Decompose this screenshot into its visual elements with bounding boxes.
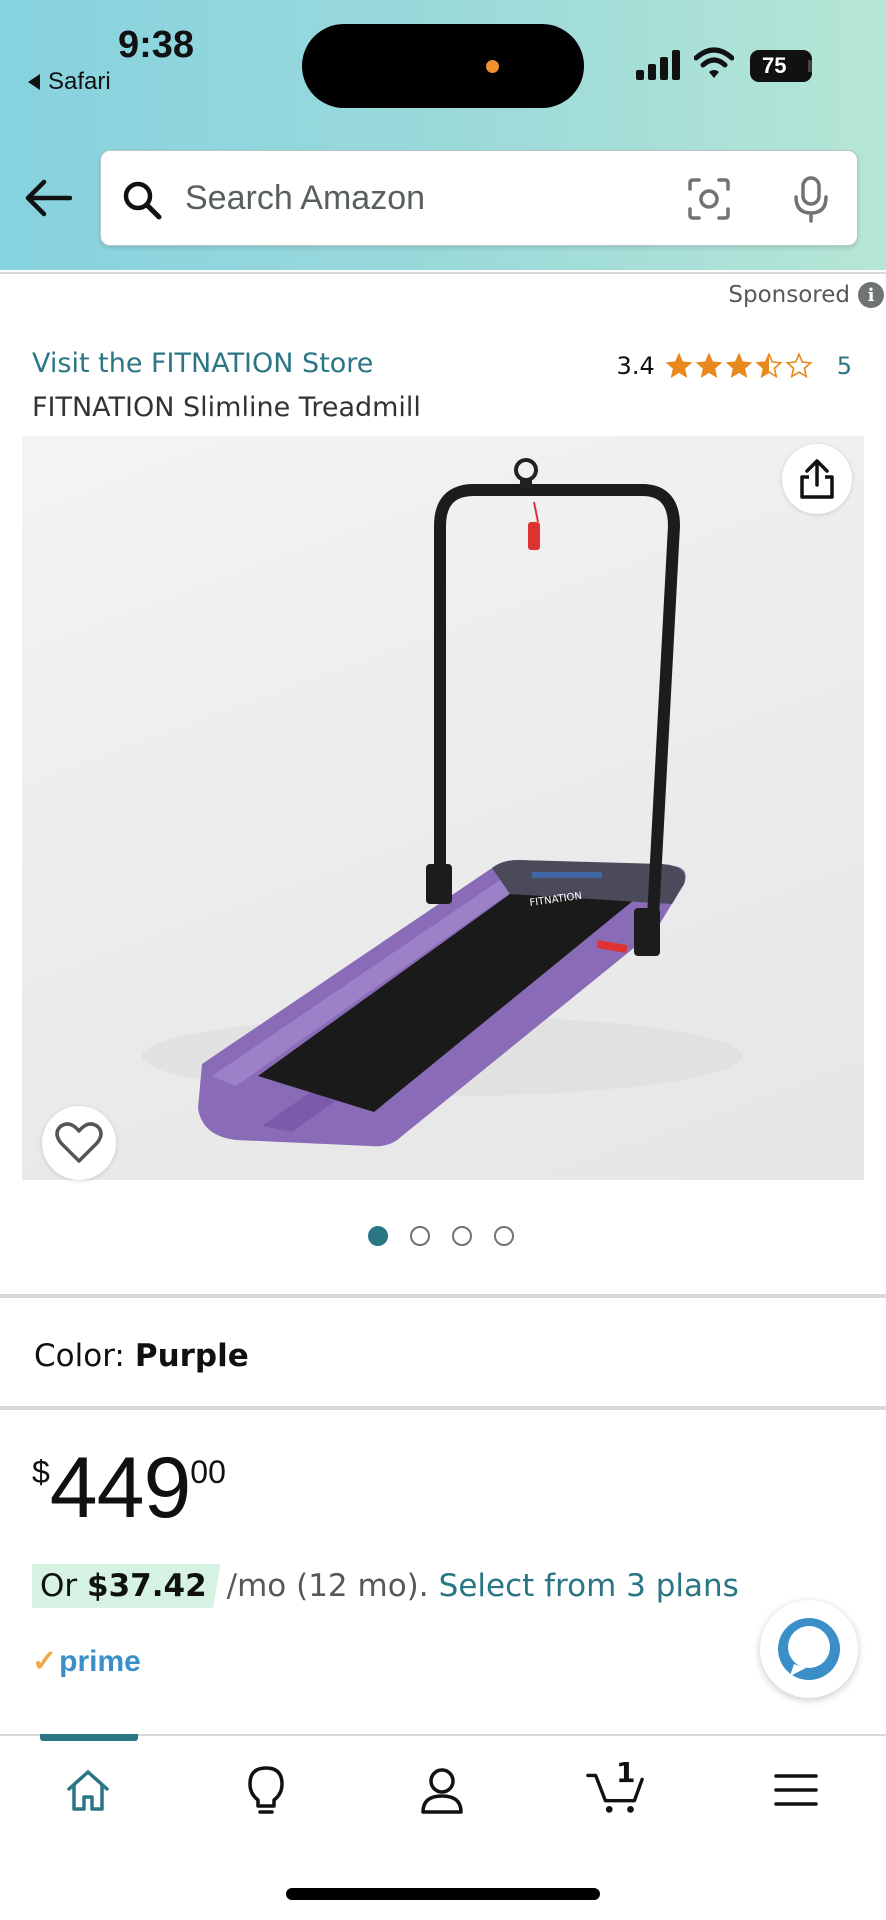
- bulb-icon: [248, 1766, 284, 1814]
- price: $ 449 00: [32, 1440, 226, 1536]
- back-arrow-icon[interactable]: [24, 178, 72, 218]
- page-dot-4[interactable]: [494, 1226, 514, 1246]
- active-tab-indicator: [40, 1734, 138, 1741]
- star-half-icon: [755, 352, 783, 379]
- rating-summary[interactable]: 3.4 5: [617, 352, 852, 380]
- page-dot-3[interactable]: [452, 1226, 472, 1246]
- monthly-payment-badge: Or $37.42: [32, 1564, 221, 1608]
- search-placeholder: Search Amazon: [185, 179, 426, 217]
- store-link[interactable]: Visit the FITNATION Store: [32, 348, 373, 379]
- finance-prefix: Or: [40, 1568, 78, 1604]
- star-empty-icon: [785, 352, 813, 379]
- prime-badge: ✓ prime: [32, 1644, 141, 1679]
- price-fraction: 00: [190, 1454, 226, 1490]
- product-image[interactable]: FITNATION: [22, 436, 864, 1180]
- microphone-icon[interactable]: [791, 175, 831, 223]
- nav-home[interactable]: [58, 1762, 118, 1818]
- prime-label: prime: [59, 1644, 141, 1678]
- page-dot-1[interactable]: [368, 1226, 388, 1246]
- wifi-icon: [694, 47, 734, 78]
- battery-indicator: 75: [750, 50, 812, 82]
- star-full-icon: [695, 352, 723, 378]
- account-icon: [421, 1768, 463, 1814]
- home-indicator[interactable]: [286, 1888, 600, 1900]
- alexa-button[interactable]: [760, 1600, 858, 1698]
- price-currency: $: [32, 1454, 50, 1490]
- back-app-label: Safari: [48, 68, 111, 95]
- treadmill-image: FITNATION: [142, 458, 742, 1147]
- battery-level: 75: [762, 53, 787, 78]
- cart-count-badge: 1: [616, 1756, 636, 1789]
- page-dot-2[interactable]: [410, 1226, 430, 1246]
- color-label: Color:: [34, 1338, 125, 1374]
- cellular-signal-icon: [636, 50, 680, 80]
- share-icon: [800, 459, 834, 499]
- camera-lens-icon[interactable]: [687, 177, 731, 221]
- section-divider: [0, 1406, 886, 1410]
- nav-menu[interactable]: [766, 1762, 826, 1818]
- finance-term: /mo (12 mo).: [226, 1568, 429, 1604]
- gallery-pagination: [368, 1226, 514, 1246]
- color-value: Purple: [134, 1338, 249, 1374]
- back-to-app-button[interactable]: Safari: [28, 68, 111, 96]
- menu-icon: [774, 1774, 818, 1806]
- nav-account[interactable]: [412, 1762, 472, 1818]
- nav-inspire[interactable]: [236, 1762, 296, 1818]
- prime-check-icon: ✓: [32, 1645, 58, 1678]
- privacy-indicator-dot: [486, 60, 499, 73]
- search-input[interactable]: Search Amazon: [100, 150, 858, 246]
- back-triangle-icon: [28, 74, 40, 90]
- alexa-icon: [778, 1618, 840, 1680]
- search-icon: [123, 181, 162, 220]
- sponsored-label[interactable]: Sponsored i: [728, 282, 886, 308]
- home-icon: [67, 1770, 109, 1811]
- section-divider: [0, 1294, 886, 1298]
- star-full-icon: [665, 352, 693, 378]
- rating-count[interactable]: 5: [837, 352, 852, 380]
- product-title: FITNATION Slimline Treadmill: [32, 392, 421, 423]
- star-rating: [665, 352, 813, 380]
- color-selector[interactable]: Color: Purple: [34, 1338, 249, 1374]
- header-divider: [0, 272, 886, 274]
- sponsored-text: Sponsored: [728, 282, 850, 308]
- select-plans-link[interactable]: Select from 3 plans: [439, 1568, 739, 1604]
- price-whole: 449: [49, 1440, 191, 1536]
- info-icon[interactable]: i: [858, 282, 884, 308]
- share-button[interactable]: [782, 444, 852, 514]
- status-time: 9:38: [118, 24, 195, 66]
- heart-icon: [55, 1122, 103, 1163]
- battery-nub: [808, 60, 812, 72]
- rating-value: 3.4: [616, 352, 655, 380]
- wishlist-button[interactable]: [42, 1106, 116, 1180]
- dynamic-island: [302, 24, 584, 108]
- finance-amount: $37.42: [87, 1568, 207, 1604]
- star-full-icon: [725, 352, 753, 378]
- monthly-payment-offer: Or $37.42 /mo (12 mo). Select from 3 pla…: [32, 1564, 739, 1608]
